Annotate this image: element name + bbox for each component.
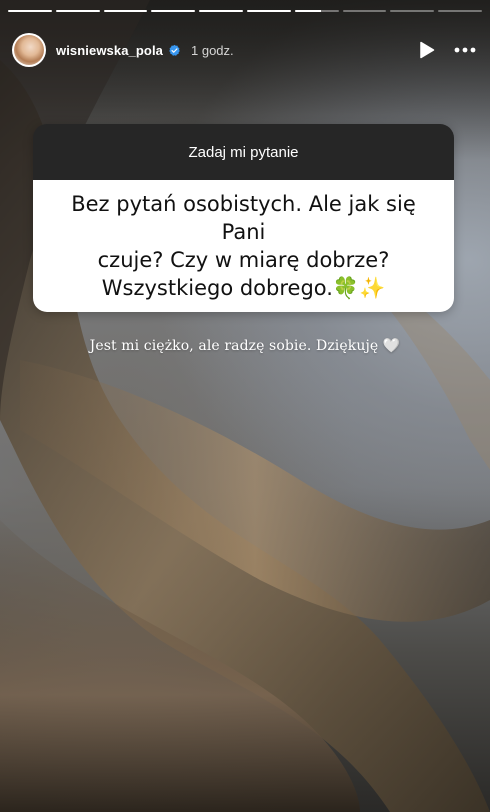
progress-segment (438, 10, 482, 12)
story-viewer[interactable]: wisniewska_pola 1 godz. Zadaj mi pytanie… (0, 0, 490, 812)
background-silk-image (0, 0, 490, 812)
story-progress-bar (8, 10, 482, 12)
progress-segment (103, 10, 148, 12)
question-line: czuje? Czy w miarę dobrze? (97, 248, 390, 272)
more-horizontal-icon (454, 47, 476, 53)
avatar-photo (14, 35, 44, 65)
question-sticker: Zadaj mi pytanie Bez pytań osobistych. A… (33, 124, 454, 312)
reply-text: Jest mi ciężko, ale radzę sobie. Dziękuj… (89, 338, 401, 354)
question-sticker-title: Zadaj mi pytanie (33, 124, 454, 180)
story-header: wisniewska_pola 1 godz. (12, 30, 478, 70)
question-text: Bez pytań osobistych. Ale jak się Pani c… (33, 180, 454, 312)
progress-segment (8, 10, 52, 12)
progress-segment (390, 10, 435, 12)
timestamp: 1 godz. (191, 42, 234, 58)
question-line: Bez pytań osobistych. Ale jak się Pani (71, 192, 416, 244)
progress-segment (246, 10, 291, 12)
avatar[interactable] (12, 33, 46, 67)
more-options-button[interactable] (452, 37, 478, 63)
play-button[interactable] (414, 37, 440, 63)
progress-segment (151, 10, 196, 12)
progress-segment (342, 10, 387, 12)
verified-badge-icon (169, 44, 180, 56)
question-line: Wszystkiego dobrego.🍀✨ (101, 276, 386, 300)
username[interactable]: wisniewska_pola (56, 43, 163, 58)
progress-segment (55, 10, 100, 12)
progress-segment (294, 10, 339, 12)
play-icon (420, 41, 435, 59)
progress-segment (199, 10, 243, 12)
